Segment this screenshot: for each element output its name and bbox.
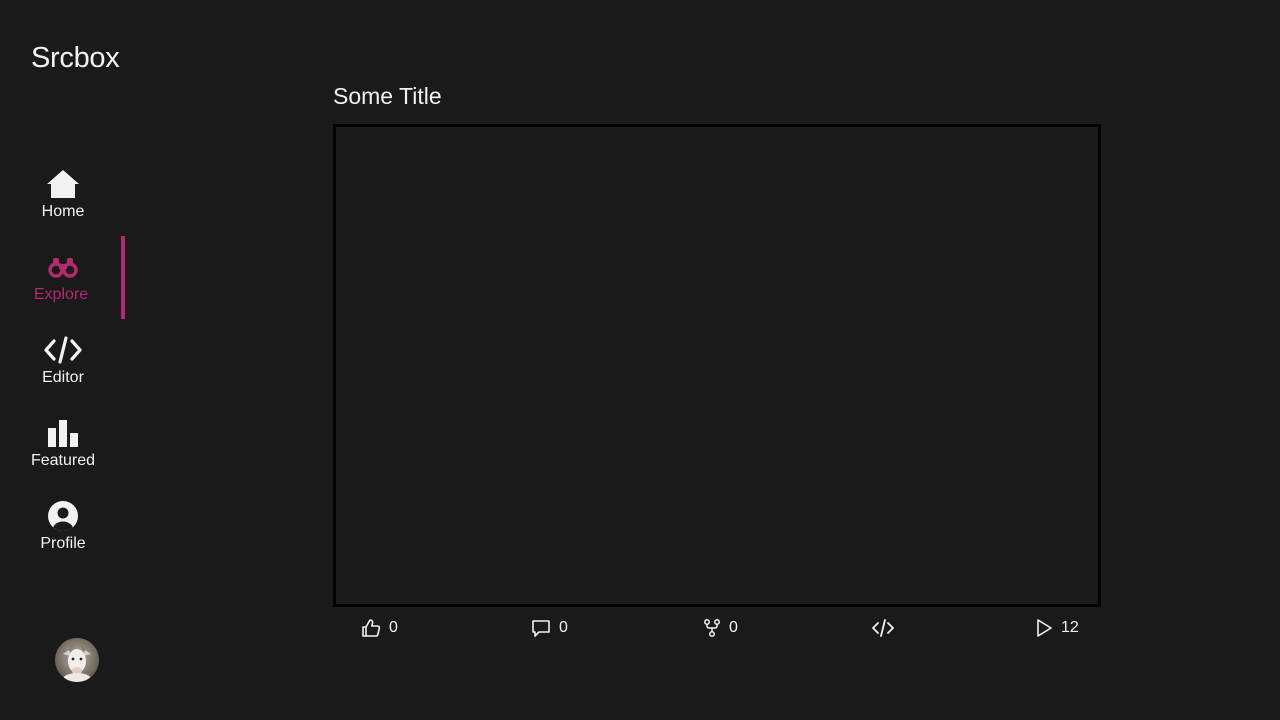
play-icon	[1035, 618, 1053, 638]
page-title: Some Title	[333, 83, 442, 109]
code-icon	[44, 335, 82, 365]
play-button[interactable]: 12	[1035, 616, 1079, 640]
comment-button[interactable]: 0	[531, 616, 568, 640]
home-icon	[46, 169, 80, 199]
thumbs-up-icon	[361, 618, 381, 638]
sidebar-item-profile[interactable]: Profile	[0, 485, 126, 568]
bar-chart-icon	[47, 418, 79, 448]
sidebar-item-editor[interactable]: Editor	[0, 319, 126, 402]
sidebar-nav: Home Explore Editor Featured Profile	[0, 153, 126, 568]
sidebar-item-explore[interactable]: Explore	[0, 236, 126, 319]
sidebar-item-label: Profile	[40, 534, 86, 552]
user-circle-icon	[48, 500, 78, 531]
comment-count: 0	[559, 619, 568, 636]
code-icon	[871, 618, 895, 638]
sidebar-item-home[interactable]: Home	[0, 153, 126, 236]
fork-count: 0	[729, 619, 738, 636]
app-root: Srcbox Home Explore Editor Featured Prof…	[0, 0, 1280, 720]
comment-icon	[531, 618, 551, 638]
sidebar-item-label: Featured	[30, 451, 96, 469]
post-action-bar: 0 0 0 12	[333, 616, 1101, 640]
sidebar-item-featured[interactable]: Featured	[0, 402, 126, 485]
fork-icon	[703, 618, 721, 638]
like-count: 0	[389, 619, 398, 636]
preview-canvas[interactable]	[333, 124, 1101, 607]
view-code-button[interactable]	[871, 616, 895, 640]
view-count: 12	[1061, 619, 1079, 636]
avatar[interactable]	[55, 638, 99, 682]
binoculars-icon	[48, 252, 78, 282]
sidebar-item-label: Editor	[42, 368, 84, 386]
sidebar-item-label: Home	[41, 202, 85, 220]
app-logo[interactable]: Srcbox	[31, 42, 120, 75]
like-button[interactable]: 0	[361, 616, 398, 640]
sidebar-item-label: Explore	[33, 285, 89, 303]
fork-button[interactable]: 0	[703, 616, 738, 640]
